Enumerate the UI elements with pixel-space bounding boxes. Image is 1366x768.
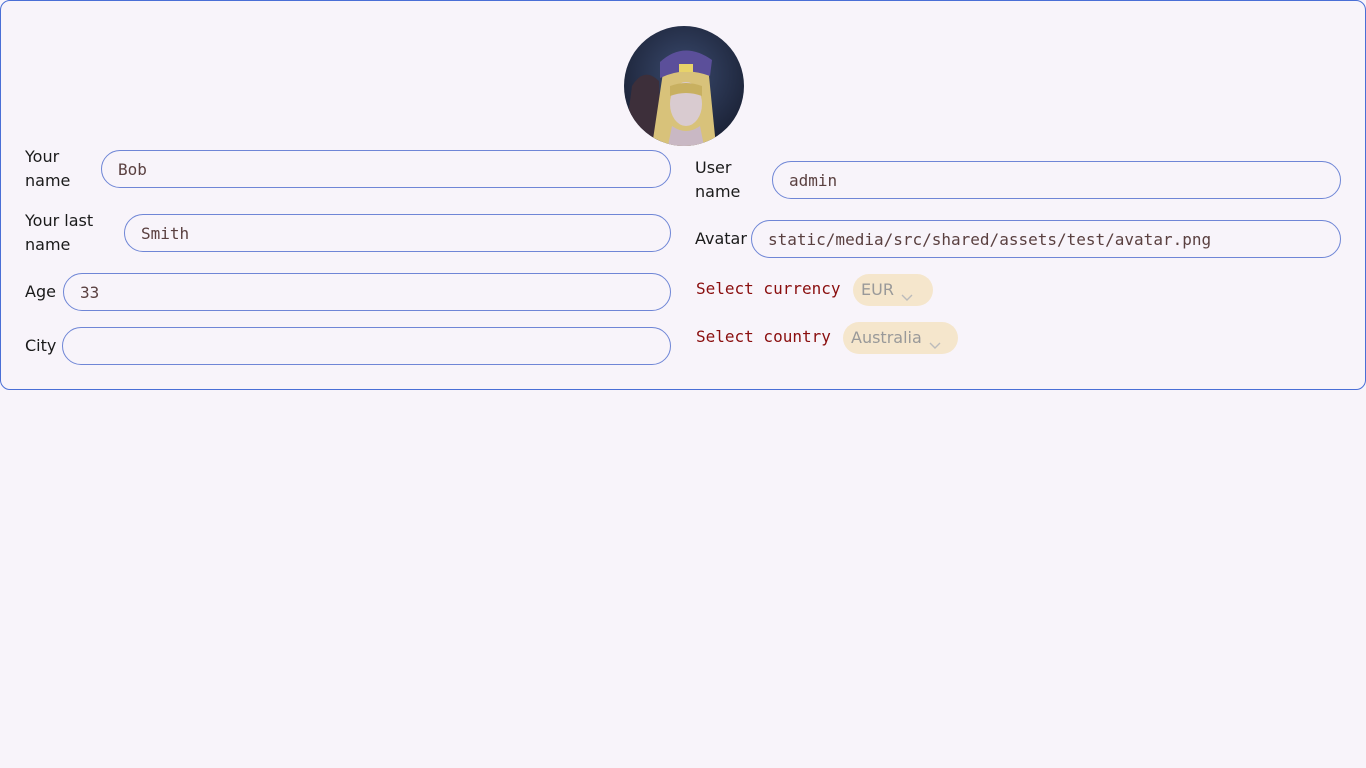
avatar-path-input[interactable] bbox=[751, 220, 1341, 258]
city-label: City bbox=[25, 336, 57, 355]
last-name-input[interactable] bbox=[124, 214, 671, 252]
age-input[interactable] bbox=[63, 273, 671, 311]
currency-select[interactable]: EUR bbox=[853, 274, 933, 306]
avatar bbox=[624, 26, 744, 146]
username-input[interactable] bbox=[772, 161, 1341, 199]
currency-label: Select currency bbox=[696, 279, 841, 298]
profile-card: Your name Your last name Age City User n… bbox=[0, 0, 1366, 390]
first-name-input[interactable] bbox=[101, 150, 671, 188]
country-label: Select country bbox=[696, 327, 831, 346]
country-selected-value: Australia bbox=[851, 328, 922, 347]
country-select[interactable]: Australia bbox=[843, 322, 958, 354]
currency-selected-value: EUR bbox=[861, 280, 894, 299]
last-name-label: Your last name bbox=[25, 211, 94, 254]
city-input[interactable] bbox=[62, 327, 671, 365]
username-label: User name bbox=[695, 158, 741, 201]
first-name-label: Your name bbox=[25, 147, 71, 190]
avatar-label: Avatar bbox=[695, 229, 747, 248]
chevron-down-icon bbox=[928, 331, 942, 349]
age-label: Age bbox=[25, 282, 56, 301]
chevron-down-icon bbox=[900, 283, 914, 301]
